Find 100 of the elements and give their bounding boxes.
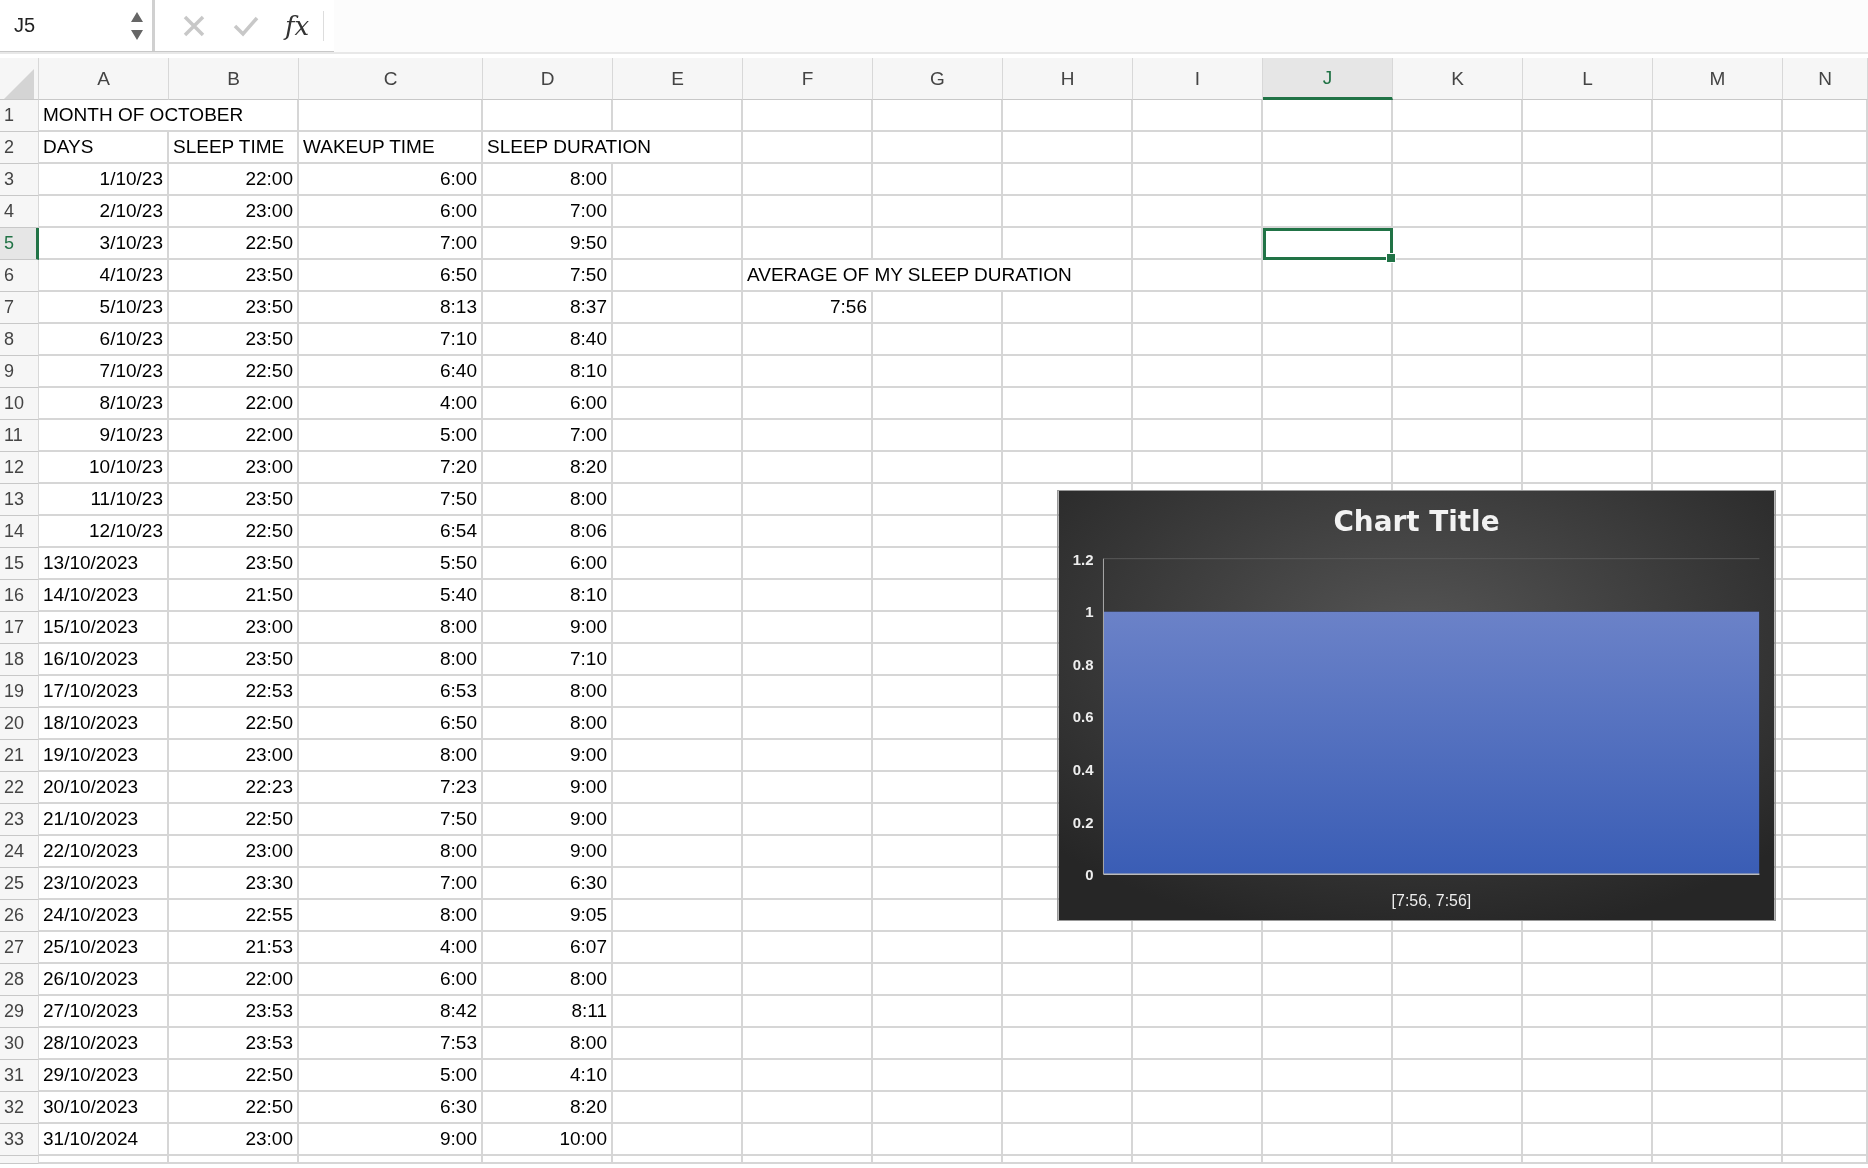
table-cell: 22:50 xyxy=(169,708,299,740)
row-header[interactable]: 26 xyxy=(0,900,39,932)
table-cell: 7:10 xyxy=(483,644,613,676)
table-cell: 9:50 xyxy=(483,228,613,260)
column-header[interactable]: J xyxy=(1263,58,1393,100)
table-cell: 22:50 xyxy=(169,1092,299,1124)
table-cell: 5:00 xyxy=(299,1060,483,1092)
column-header[interactable]: C xyxy=(299,58,483,100)
table-cell: 7:50 xyxy=(483,260,613,292)
insert-function-button[interactable]: fx xyxy=(285,10,325,41)
column-header[interactable]: H xyxy=(1003,58,1133,100)
table-cell: 12/10/23 xyxy=(39,516,169,548)
table-cell: 9:00 xyxy=(483,804,613,836)
table-cell: 21:53 xyxy=(169,932,299,964)
row-header[interactable]: 33 xyxy=(0,1124,39,1156)
row-header[interactable]: 20 xyxy=(0,708,39,740)
column-header[interactable]: A xyxy=(39,58,169,100)
table-cell: 22:50 xyxy=(169,228,299,260)
row-header[interactable]: 5 xyxy=(0,228,39,260)
row-header[interactable]: 14 xyxy=(0,516,39,548)
table-cell: 8:37 xyxy=(483,292,613,324)
table-cell: 4:00 xyxy=(299,388,483,420)
axis-tick-label: 0.6 xyxy=(1072,708,1094,726)
row-header[interactable]: 31 xyxy=(0,1060,39,1092)
row-header[interactable]: 23 xyxy=(0,804,39,836)
row-header[interactable]: 11 xyxy=(0,420,39,452)
row-header[interactable]: 4 xyxy=(0,196,39,228)
table-cell: 22:00 xyxy=(169,964,299,996)
select-all-button[interactable] xyxy=(0,58,39,100)
selected-cell[interactable] xyxy=(1263,228,1393,260)
column-header[interactable]: F xyxy=(743,58,873,100)
table-cell: 22:00 xyxy=(169,164,299,196)
row-header[interactable] xyxy=(0,1156,39,1164)
table-cell: 8:00 xyxy=(299,612,483,644)
row-header[interactable]: 15 xyxy=(0,548,39,580)
table-cell: 23:50 xyxy=(169,484,299,516)
table-cell: 29/10/2023 xyxy=(39,1060,169,1092)
row-header[interactable]: 18 xyxy=(0,644,39,676)
row-header[interactable]: 10 xyxy=(0,388,39,420)
row-header[interactable]: 7 xyxy=(0,292,39,324)
table-cell: 18/10/2023 xyxy=(39,708,169,740)
table-cell: 25/10/2023 xyxy=(39,932,169,964)
row-header[interactable]: 22 xyxy=(0,772,39,804)
column-header[interactable]: I xyxy=(1133,58,1263,100)
row-header[interactable]: 1 xyxy=(0,100,39,132)
triangle-icon xyxy=(4,69,34,99)
bar-chart[interactable]: Chart Title 0 0.2 0.4 0.6 0.8 1 1.2 [7:56, 7:56] xyxy=(1057,490,1776,921)
row-header[interactable]: 28 xyxy=(0,964,39,996)
table-cell: 23:53 xyxy=(169,1028,299,1060)
table-cell: 21/10/2023 xyxy=(39,804,169,836)
row-header[interactable]: 12 xyxy=(0,452,39,484)
row-header[interactable]: 2 xyxy=(0,132,39,164)
column-header[interactable]: E xyxy=(613,58,743,100)
row-header[interactable]: 24 xyxy=(0,836,39,868)
table-cell: 9:00 xyxy=(483,772,613,804)
row-header[interactable]: 6 xyxy=(0,260,39,292)
table-cell: 8:00 xyxy=(299,900,483,932)
table-cell: 8:00 xyxy=(299,740,483,772)
table-cell: 6:40 xyxy=(299,356,483,388)
row-header[interactable]: 32 xyxy=(0,1092,39,1124)
row-header[interactable]: 21 xyxy=(0,740,39,772)
table-cell: 6/10/23 xyxy=(39,324,169,356)
row-header[interactable]: 27 xyxy=(0,932,39,964)
table-cell: 6:50 xyxy=(299,708,483,740)
column-header[interactable]: D xyxy=(483,58,613,100)
table-cell: 8:06 xyxy=(483,516,613,548)
summary-label: AVERAGE OF MY SLEEP DURATION xyxy=(743,260,1133,292)
column-header[interactable]: M xyxy=(1653,58,1783,100)
column-header[interactable]: N xyxy=(1783,58,1868,100)
table-cell: 6:54 xyxy=(299,516,483,548)
row-header[interactable]: 25 xyxy=(0,868,39,900)
table-cell: 17/10/2023 xyxy=(39,676,169,708)
table-cell: 22:50 xyxy=(169,804,299,836)
column-header[interactable]: B xyxy=(169,58,299,100)
table-cell: WAKEUP TIME xyxy=(299,132,483,164)
row-header[interactable]: 16 xyxy=(0,580,39,612)
table-cell: 8:40 xyxy=(483,324,613,356)
table-cell: 30/10/2023 xyxy=(39,1092,169,1124)
row-header[interactable]: 9 xyxy=(0,356,39,388)
table-cell: 4:10 xyxy=(483,1060,613,1092)
fill-handle[interactable] xyxy=(1386,253,1396,263)
row-header[interactable]: 3 xyxy=(0,164,39,196)
table-cell: 14/10/2023 xyxy=(39,580,169,612)
table-cell: 6:00 xyxy=(299,964,483,996)
column-header[interactable]: K xyxy=(1393,58,1523,100)
bar[interactable] xyxy=(1103,611,1760,875)
row-header[interactable]: 30 xyxy=(0,1028,39,1060)
table-cell: 9:00 xyxy=(483,612,613,644)
row-header[interactable]: 29 xyxy=(0,996,39,1028)
row-header[interactable]: 17 xyxy=(0,612,39,644)
row-header[interactable]: 19 xyxy=(0,676,39,708)
name-box[interactable]: J5 xyxy=(0,0,155,51)
row-header[interactable]: 8 xyxy=(0,324,39,356)
table-cell: 23:00 xyxy=(169,836,299,868)
column-header[interactable]: G xyxy=(873,58,1003,100)
row-header[interactable]: 13 xyxy=(0,484,39,516)
table-cell: 6:53 xyxy=(299,676,483,708)
table-cell: 22:50 xyxy=(169,1060,299,1092)
table-cell: 9/10/23 xyxy=(39,420,169,452)
column-header[interactable]: L xyxy=(1523,58,1653,100)
